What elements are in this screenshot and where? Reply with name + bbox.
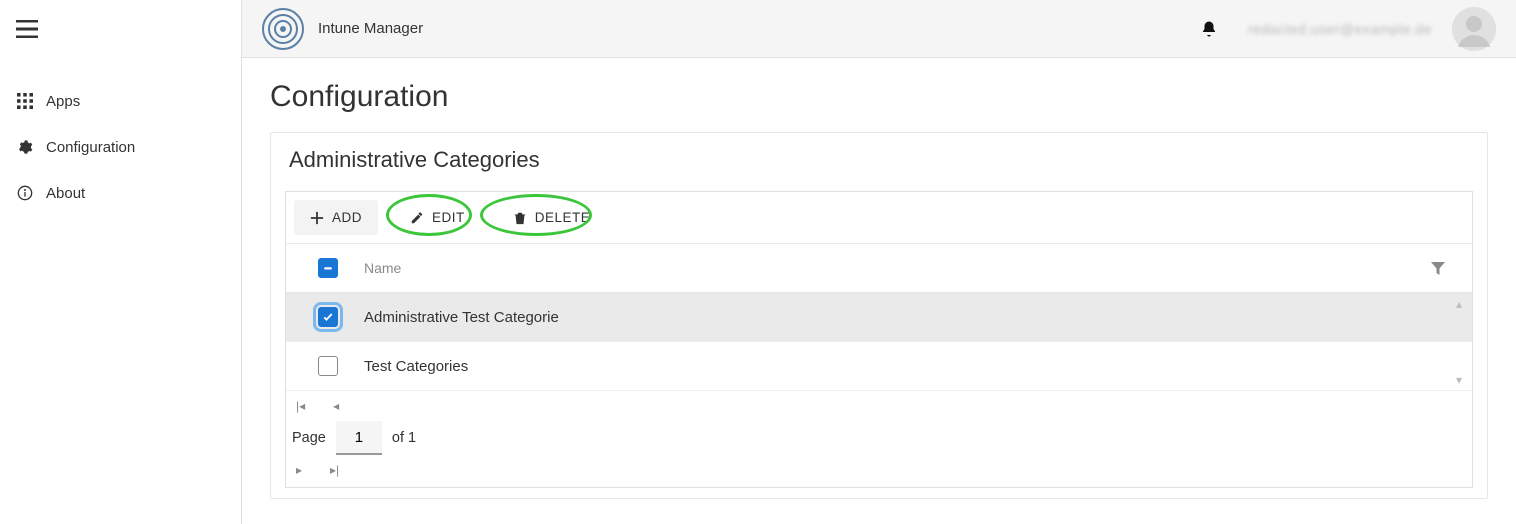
hamburger-menu-icon[interactable] [16, 20, 38, 38]
top-bar: Intune Manager redacted.user@example.de [242, 0, 1516, 58]
add-button-label: ADD [332, 210, 362, 225]
row-checkbox[interactable] [318, 356, 338, 376]
pager-nav-bottom: ▸ ▸| [286, 461, 1472, 487]
notifications-bell-icon[interactable] [1200, 20, 1218, 38]
user-email: redacted.user@example.de [1248, 21, 1432, 37]
apps-grid-icon [16, 92, 34, 110]
content: Configuration Administrative Categories … [242, 58, 1516, 524]
sidebar-item-label: Apps [46, 93, 80, 110]
pager-prev-icon[interactable]: ◂ [333, 399, 339, 413]
grid-body: Administrative Test Categorie Test Categ… [286, 293, 1472, 391]
plus-icon [310, 211, 324, 225]
table-row[interactable]: Administrative Test Categorie [286, 293, 1472, 342]
grid-toolbar: ADD EDIT DELETE [286, 192, 1472, 244]
app-title: Intune Manager [318, 20, 423, 37]
pager-current-input[interactable] [336, 421, 382, 455]
app-logo-icon [262, 8, 304, 50]
delete-button-label: DELETE [535, 210, 591, 225]
pager-next-icon[interactable]: ▸ [296, 463, 302, 477]
add-button[interactable]: ADD [294, 200, 378, 235]
grid-header: Name [286, 244, 1472, 293]
sidebar: Apps Configuration About [0, 0, 242, 524]
edit-button-label: EDIT [432, 210, 465, 225]
row-name: Administrative Test Categorie [358, 309, 1460, 326]
scroll-down-icon[interactable]: ▾ [1456, 373, 1470, 387]
panel-admin-categories: Administrative Categories ADD EDIT [270, 132, 1488, 499]
row-name: Test Categories [358, 358, 1460, 375]
sidebar-item-label: Configuration [46, 139, 135, 156]
grid: ADD EDIT DELETE [285, 191, 1473, 488]
table-row[interactable]: Test Categories [286, 342, 1472, 391]
pager-nav-top: |◂ ◂ [286, 391, 1472, 413]
pencil-icon [410, 211, 424, 225]
sidebar-item-apps[interactable]: Apps [0, 78, 241, 124]
page-title: Configuration [270, 80, 1488, 114]
row-checkbox[interactable] [318, 307, 338, 327]
delete-button[interactable]: DELETE [497, 200, 607, 235]
main-area: Intune Manager redacted.user@example.de … [242, 0, 1516, 524]
pager-first-icon[interactable]: |◂ [296, 399, 305, 413]
pager-of-label: of 1 [392, 430, 416, 446]
filter-icon[interactable] [1430, 260, 1446, 276]
sidebar-item-about[interactable]: About [0, 170, 241, 216]
panel-title: Administrative Categories [271, 133, 1487, 191]
column-header-name[interactable]: Name [358, 260, 1416, 276]
trash-icon [513, 211, 527, 225]
sidebar-item-label: About [46, 185, 85, 202]
edit-button[interactable]: EDIT [394, 200, 481, 235]
pager-page-label: Page [292, 430, 326, 446]
scroll-up-icon[interactable]: ▴ [1456, 297, 1470, 311]
info-icon [16, 184, 34, 202]
user-avatar-icon[interactable] [1452, 7, 1496, 51]
gear-icon [16, 138, 34, 156]
pager: Page of 1 [286, 413, 1472, 461]
sidebar-item-configuration[interactable]: Configuration [0, 124, 241, 170]
pager-last-icon[interactable]: ▸| [330, 463, 339, 477]
select-all-checkbox[interactable] [318, 258, 338, 278]
